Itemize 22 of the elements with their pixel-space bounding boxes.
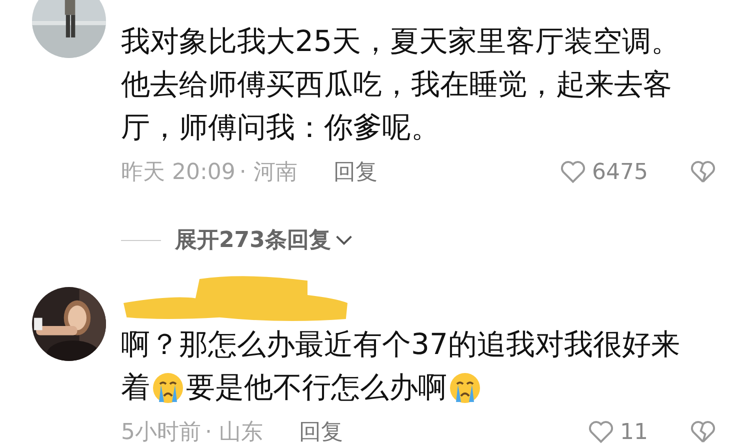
broken-heart-icon[interactable] [690, 420, 716, 444]
location: · 山东 [205, 419, 263, 445]
expand-replies-link[interactable]: 展开273条回复 [175, 225, 353, 255]
like-count: 11 [620, 420, 648, 444]
timestamp: 昨天 20:09 [121, 159, 236, 187]
comment-text: 我对象比我大25天，夏天家里客厅装空调。 [121, 23, 680, 60]
comment-text: 厅，师傅问我：你爹呢。 [121, 109, 440, 146]
crying-face-icon [152, 372, 184, 404]
comment-text: 要是他不行怎么办啊 [186, 369, 447, 406]
heart-icon[interactable] [588, 420, 614, 444]
comment-text: 啊？那怎么办最近有个37的追我对我很好来 [121, 326, 680, 363]
heart-icon[interactable] [560, 160, 586, 184]
reply-link[interactable]: 回复 [333, 157, 378, 187]
location: · 河南 [239, 159, 298, 187]
comment-text: 着 [121, 369, 150, 406]
crying-face-icon [449, 372, 481, 404]
like-count: 6475 [592, 160, 648, 184]
reply-link[interactable]: 回复 [299, 417, 343, 445]
timestamp: 5小时前 [121, 419, 201, 445]
broken-heart-icon[interactable] [690, 160, 716, 184]
comment-text: 他去给师傅买西瓜吃，我在睡觉，起来去客 [121, 66, 672, 103]
chevron-down-icon [334, 234, 353, 246]
